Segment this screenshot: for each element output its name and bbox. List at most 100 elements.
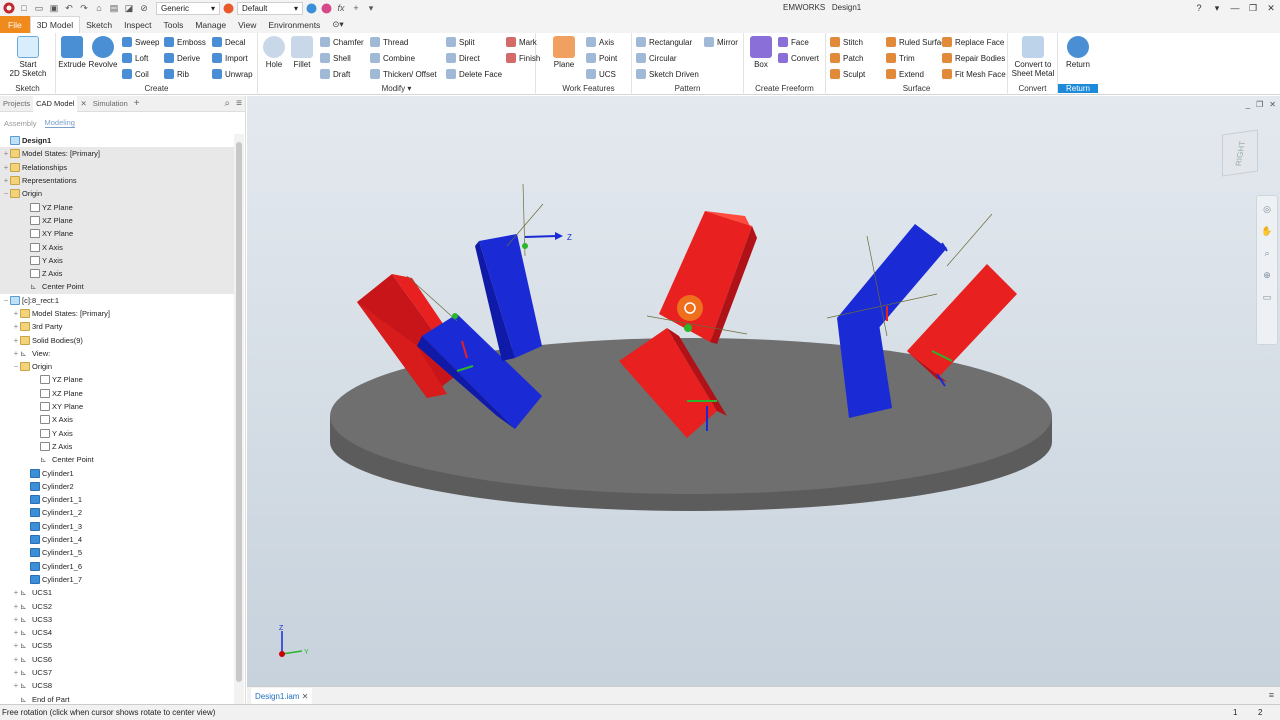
tree-node[interactable]: Cylinder1_1: [0, 493, 234, 506]
tree-node[interactable]: XZ Plane: [0, 213, 234, 228]
tree-node[interactable]: YZ Plane: [0, 200, 234, 214]
fit-mesh-face-button[interactable]: Fit Mesh Face: [942, 69, 1006, 79]
tree-node[interactable]: Cylinder1_3: [0, 520, 234, 533]
expand-toggle-icon[interactable]: +: [12, 641, 20, 650]
tree-node[interactable]: Cylinder1_7: [0, 573, 234, 586]
expand-toggle-icon[interactable]: +: [12, 322, 20, 331]
tab-sketch[interactable]: Sketch: [80, 16, 118, 33]
add-icon[interactable]: +: [349, 1, 363, 15]
tree-node[interactable]: X Axis: [0, 240, 234, 254]
material-icon[interactable]: [221, 1, 235, 15]
circular-pattern-button[interactable]: Circular: [636, 53, 677, 63]
tab-menu-icon[interactable]: ≡: [1269, 690, 1274, 700]
tree-node[interactable]: ⊾ End of Part: [0, 692, 234, 704]
undo-icon[interactable]: ↶: [62, 1, 76, 15]
coil-button[interactable]: Coil: [122, 69, 149, 79]
minimize-button[interactable]: —: [1226, 0, 1244, 16]
fillet-button[interactable]: Fillet: [288, 36, 316, 69]
delete-face-button[interactable]: Delete Face: [446, 69, 502, 79]
tree-node[interactable]: Z Axis: [0, 440, 234, 453]
sweep-button[interactable]: Sweep: [122, 37, 159, 47]
menu-icon[interactable]: ≡: [233, 98, 245, 109]
tab-inspect[interactable]: Inspect: [118, 16, 157, 33]
search-icon[interactable]: ⌕: [222, 98, 234, 109]
tree-node[interactable]: + ⊾ UCS3: [0, 613, 234, 626]
ribbon-options-icon[interactable]: ⊙▾: [326, 16, 349, 33]
expand-toggle-icon[interactable]: +: [12, 668, 20, 677]
expand-toggle-icon[interactable]: +: [2, 176, 10, 185]
expand-toggle-icon[interactable]: −: [2, 189, 10, 198]
tree-node[interactable]: + ⊾ UCS7: [0, 666, 234, 679]
steering-wheel-icon[interactable]: ◎: [1263, 204, 1271, 215]
orbit-icon[interactable]: ⊕: [1263, 270, 1271, 281]
look-at-icon[interactable]: ▭: [1263, 292, 1272, 303]
point-button[interactable]: Point: [586, 53, 617, 63]
return-button[interactable]: Return: [1062, 36, 1094, 69]
tab-tools[interactable]: Tools: [158, 16, 190, 33]
expand-toggle-icon[interactable]: −: [2, 296, 10, 305]
tree-node[interactable]: Cylinder2: [0, 480, 234, 493]
tree-node[interactable]: Design1: [0, 134, 234, 147]
subtab-modeling[interactable]: Modeling: [44, 118, 75, 128]
parameters-icon[interactable]: fx: [334, 1, 348, 15]
sketch-driven-pattern-button[interactable]: Sketch Driven: [636, 69, 699, 79]
hole-button[interactable]: Hole: [260, 36, 288, 69]
appearance-dropdown[interactable]: Generic ▾: [156, 1, 220, 15]
view-style-dropdown[interactable]: Default ▾: [237, 1, 303, 15]
help-dropdown-icon[interactable]: ▾: [1208, 0, 1226, 16]
tree-node[interactable]: − [c]:8_rect:1: [0, 294, 234, 307]
tree-node[interactable]: Y Axis: [0, 427, 234, 440]
emboss-button[interactable]: Emboss: [164, 37, 206, 47]
color-override-icon[interactable]: ◪: [122, 1, 136, 15]
help-icon[interactable]: ?: [1190, 0, 1208, 16]
plane-button[interactable]: Plane: [550, 36, 578, 69]
modify-group-label[interactable]: Modify ▾: [258, 84, 535, 93]
rib-button[interactable]: Rib: [164, 69, 189, 79]
tree-node[interactable]: XY Plane: [0, 227, 234, 241]
tree-node[interactable]: + ⊾ UCS8: [0, 679, 234, 692]
clear-icon[interactable]: ⊘: [137, 1, 151, 15]
tree-node[interactable]: − Origin: [0, 187, 234, 201]
tree-node[interactable]: + Representations: [0, 173, 234, 188]
loft-button[interactable]: Loft: [122, 53, 148, 63]
thread-button[interactable]: Thread: [370, 37, 408, 47]
tree-node[interactable]: Z Axis: [0, 266, 234, 281]
combine-button[interactable]: Combine: [370, 53, 415, 63]
trim-button[interactable]: Trim: [886, 53, 915, 63]
expand-toggle-icon[interactable]: +: [12, 681, 20, 690]
viewport-minimize-button[interactable]: _: [1246, 100, 1250, 109]
home-icon[interactable]: ⌂: [92, 1, 106, 15]
mirror-button[interactable]: Mirror: [704, 37, 738, 47]
select-icon[interactable]: ▤: [107, 1, 121, 15]
tree-node[interactable]: X Axis: [0, 413, 234, 426]
direct-button[interactable]: Direct: [446, 53, 480, 63]
tree-node[interactable]: + ⊾ UCS1: [0, 586, 234, 599]
tree-node[interactable]: + ⊾ UCS6: [0, 653, 234, 666]
import-button[interactable]: Import: [212, 53, 248, 63]
expand-toggle-icon[interactable]: +: [12, 602, 20, 611]
patch-button[interactable]: Patch: [830, 53, 863, 63]
split-button[interactable]: Split: [446, 37, 475, 47]
tab-cad-model[interactable]: CAD Model: [33, 95, 78, 112]
tab-view[interactable]: View: [232, 16, 262, 33]
close-icon[interactable]: ✕: [302, 692, 309, 701]
expand-toggle-icon[interactable]: +: [12, 336, 20, 345]
tree-node[interactable]: + ⊾ UCS5: [0, 639, 234, 652]
expand-toggle-icon[interactable]: +: [12, 349, 20, 358]
shell-button[interactable]: Shell: [320, 53, 351, 63]
customize-icon[interactable]: ▾: [364, 1, 378, 15]
zoom-icon[interactable]: ⌕: [1264, 248, 1269, 259]
tree-node[interactable]: YZ Plane: [0, 373, 234, 386]
tree-node[interactable]: + Model States: [Primary]: [0, 147, 234, 161]
viewport-restore-button[interactable]: ❐: [1256, 100, 1263, 109]
replace-face-button[interactable]: Replace Face: [942, 37, 1004, 47]
ruled-surface-button[interactable]: Ruled Surface: [886, 37, 950, 47]
finish-button[interactable]: Finish: [506, 53, 540, 63]
tab-environments[interactable]: Environments: [262, 16, 326, 33]
close-button[interactable]: ✕: [1262, 0, 1280, 16]
expand-toggle-icon[interactable]: +: [12, 655, 20, 664]
add-tab-icon[interactable]: +: [131, 98, 143, 109]
expand-toggle-icon[interactable]: +: [2, 149, 10, 158]
tree-node[interactable]: Cylinder1: [0, 466, 234, 479]
derive-button[interactable]: Derive: [164, 53, 200, 63]
